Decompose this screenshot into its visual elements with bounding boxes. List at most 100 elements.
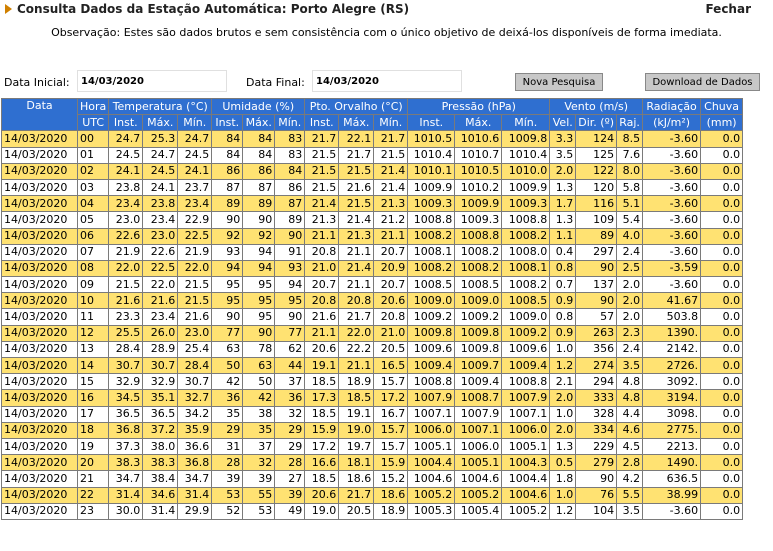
- cell-orv-max: 22.2: [338, 340, 375, 359]
- cell-umid-max: 84: [242, 130, 276, 148]
- cell-chuva: 0.0: [700, 259, 744, 278]
- cell-chuva: 0.0: [700, 195, 744, 213]
- start-date-input[interactable]: [77, 70, 227, 92]
- cell-umid-max: 55: [242, 486, 276, 504]
- cell-vento-vel: 1.2: [549, 502, 577, 520]
- cell-date: 14/03/2020: [1, 292, 78, 310]
- new-search-button[interactable]: Nova Pesquisa: [515, 73, 603, 91]
- cell-temp-min: 23.7: [177, 178, 213, 197]
- subheader-temp-max: Máx.: [142, 114, 179, 132]
- cell-orv-min: 21.1: [373, 227, 409, 245]
- cell-press-inst: 1005.2: [407, 486, 456, 504]
- cell-orv-inst: 21.5: [304, 178, 340, 197]
- cell-press-inst: 1005.3: [407, 502, 456, 520]
- cell-press-max: 1007.1: [454, 421, 503, 439]
- table-row: 14/03/2020 02 24.1 24.5 24.1 86 86 84 21.5 21.5 21…: [1, 162, 744, 180]
- cell-vento-vel: 0.8: [549, 308, 577, 326]
- cell-orv-max: 21.1: [338, 356, 375, 375]
- cell-temp-inst: 34.7: [108, 470, 144, 488]
- cell-orv-max: 18.6: [338, 470, 375, 488]
- cell-orv-inst: 21.3: [304, 211, 340, 229]
- cell-temp-max: 23.4: [142, 308, 179, 326]
- download-button[interactable]: Download de Dados: [645, 73, 760, 91]
- cell-umid-min: 36: [274, 389, 306, 407]
- cell-umid-inst: 90: [211, 308, 244, 326]
- cell-temp-min: 24.7: [177, 130, 213, 148]
- cell-radiacao: -3.59: [642, 259, 702, 278]
- cell-vento-raj: 7.6: [616, 146, 644, 164]
- cell-press-min: 1005.1: [501, 437, 551, 456]
- cell-press-inst: 1008.8: [407, 211, 456, 229]
- cell-hour: 15: [76, 373, 110, 391]
- cell-orv-max: 21.5: [338, 162, 375, 180]
- cell-temp-min: 34.7: [177, 470, 213, 488]
- table-row: 14/03/2020 22 31.4 34.6 31.4 53 55 39 20.6 21.7 18…: [1, 486, 744, 504]
- cell-radiacao: 3098.: [642, 405, 702, 423]
- cell-date: 14/03/2020: [1, 437, 78, 456]
- cell-umid-min: 49: [274, 502, 306, 520]
- cell-vento-vel: 1.1: [549, 227, 577, 245]
- close-link[interactable]: Fechar: [705, 2, 751, 16]
- cell-temp-min: 30.7: [177, 373, 213, 391]
- cell-umid-inst: 84: [211, 130, 244, 148]
- cell-temp-min: 25.4: [177, 340, 213, 359]
- cell-vento-vel: 1.0: [549, 340, 577, 359]
- subheader-vento-raj: Raj.: [616, 114, 644, 132]
- cell-orv-min: 16.5: [373, 356, 409, 375]
- cell-press-min: 1009.9: [501, 178, 551, 197]
- cell-orv-inst: 21.6: [304, 308, 340, 326]
- table-row: 14/03/2020 09 21.5 22.0 21.5 95 95 94 20.7 21.1 20…: [1, 276, 744, 294]
- cell-date: 14/03/2020: [1, 356, 78, 375]
- cell-umid-min: 93: [274, 259, 306, 278]
- cell-umid-min: 90: [274, 308, 306, 326]
- cell-orv-inst: 17.2: [304, 437, 340, 456]
- header-hora: Hora: [76, 97, 110, 116]
- cell-temp-max: 24.7: [142, 146, 179, 164]
- subheader-temp-inst: Inst.: [108, 114, 144, 132]
- cell-orv-max: 20.8: [338, 292, 375, 310]
- cell-orv-min: 16.7: [373, 405, 409, 423]
- cell-umid-inst: 50: [211, 356, 244, 375]
- cell-umid-inst: 87: [211, 178, 244, 197]
- cell-chuva: 0.0: [700, 373, 744, 391]
- cell-vento-raj: 8.5: [616, 130, 644, 148]
- end-date-input[interactable]: [312, 70, 462, 92]
- cell-orv-min: 21.4: [373, 162, 409, 180]
- header-temperatura: Temperatura (°C): [108, 97, 213, 116]
- cell-press-inst: 1006.0: [407, 421, 456, 439]
- cell-temp-max: 35.1: [142, 389, 179, 407]
- cell-umid-max: 94: [242, 259, 276, 278]
- cell-umid-inst: 52: [211, 502, 244, 520]
- cell-orv-max: 20.5: [338, 502, 375, 520]
- cell-date: 14/03/2020: [1, 276, 78, 294]
- cell-press-max: 1004.6: [454, 470, 503, 488]
- cell-vento-raj: 2.0: [616, 292, 644, 310]
- cell-radiacao: -3.60: [642, 195, 702, 213]
- cell-vento-dir: 328: [575, 405, 618, 423]
- cell-chuva: 0.0: [700, 405, 744, 423]
- cell-temp-inst: 21.5: [108, 276, 144, 294]
- cell-radiacao: 38.99: [642, 486, 702, 504]
- cell-press-inst: 1007.9: [407, 389, 456, 407]
- cell-date: 14/03/2020: [1, 421, 78, 439]
- cell-umid-max: 90: [242, 211, 276, 229]
- cell-umid-inst: 84: [211, 146, 244, 164]
- filter-bar: Data Inicial: Data Final: Nova Pesquisa …: [0, 70, 773, 94]
- cell-umid-max: 39: [242, 470, 276, 488]
- cell-temp-min: 29.9: [177, 502, 213, 520]
- cell-vento-dir: 90: [575, 259, 618, 278]
- cell-orv-max: 21.7: [338, 146, 375, 164]
- cell-temp-inst: 28.4: [108, 340, 144, 359]
- cell-orv-inst: 18.5: [304, 470, 340, 488]
- subheader-press-max: Máx.: [454, 114, 503, 132]
- cell-vento-raj: 3.5: [616, 356, 644, 375]
- cell-vento-vel: 1.3: [549, 437, 577, 456]
- table-row: 14/03/2020 16 34.5 35.1 32.7 36 42 36 17.3 18.5 17…: [1, 389, 744, 407]
- cell-vento-raj: 2.8: [616, 454, 644, 472]
- arrow-bullet-icon: [5, 4, 12, 14]
- cell-umid-max: 94: [242, 243, 276, 261]
- cell-vento-raj: 4.8: [616, 389, 644, 407]
- cell-chuva: 0.0: [700, 211, 744, 229]
- cell-orv-max: 18.9: [338, 373, 375, 391]
- cell-press-inst: 1009.4: [407, 356, 456, 375]
